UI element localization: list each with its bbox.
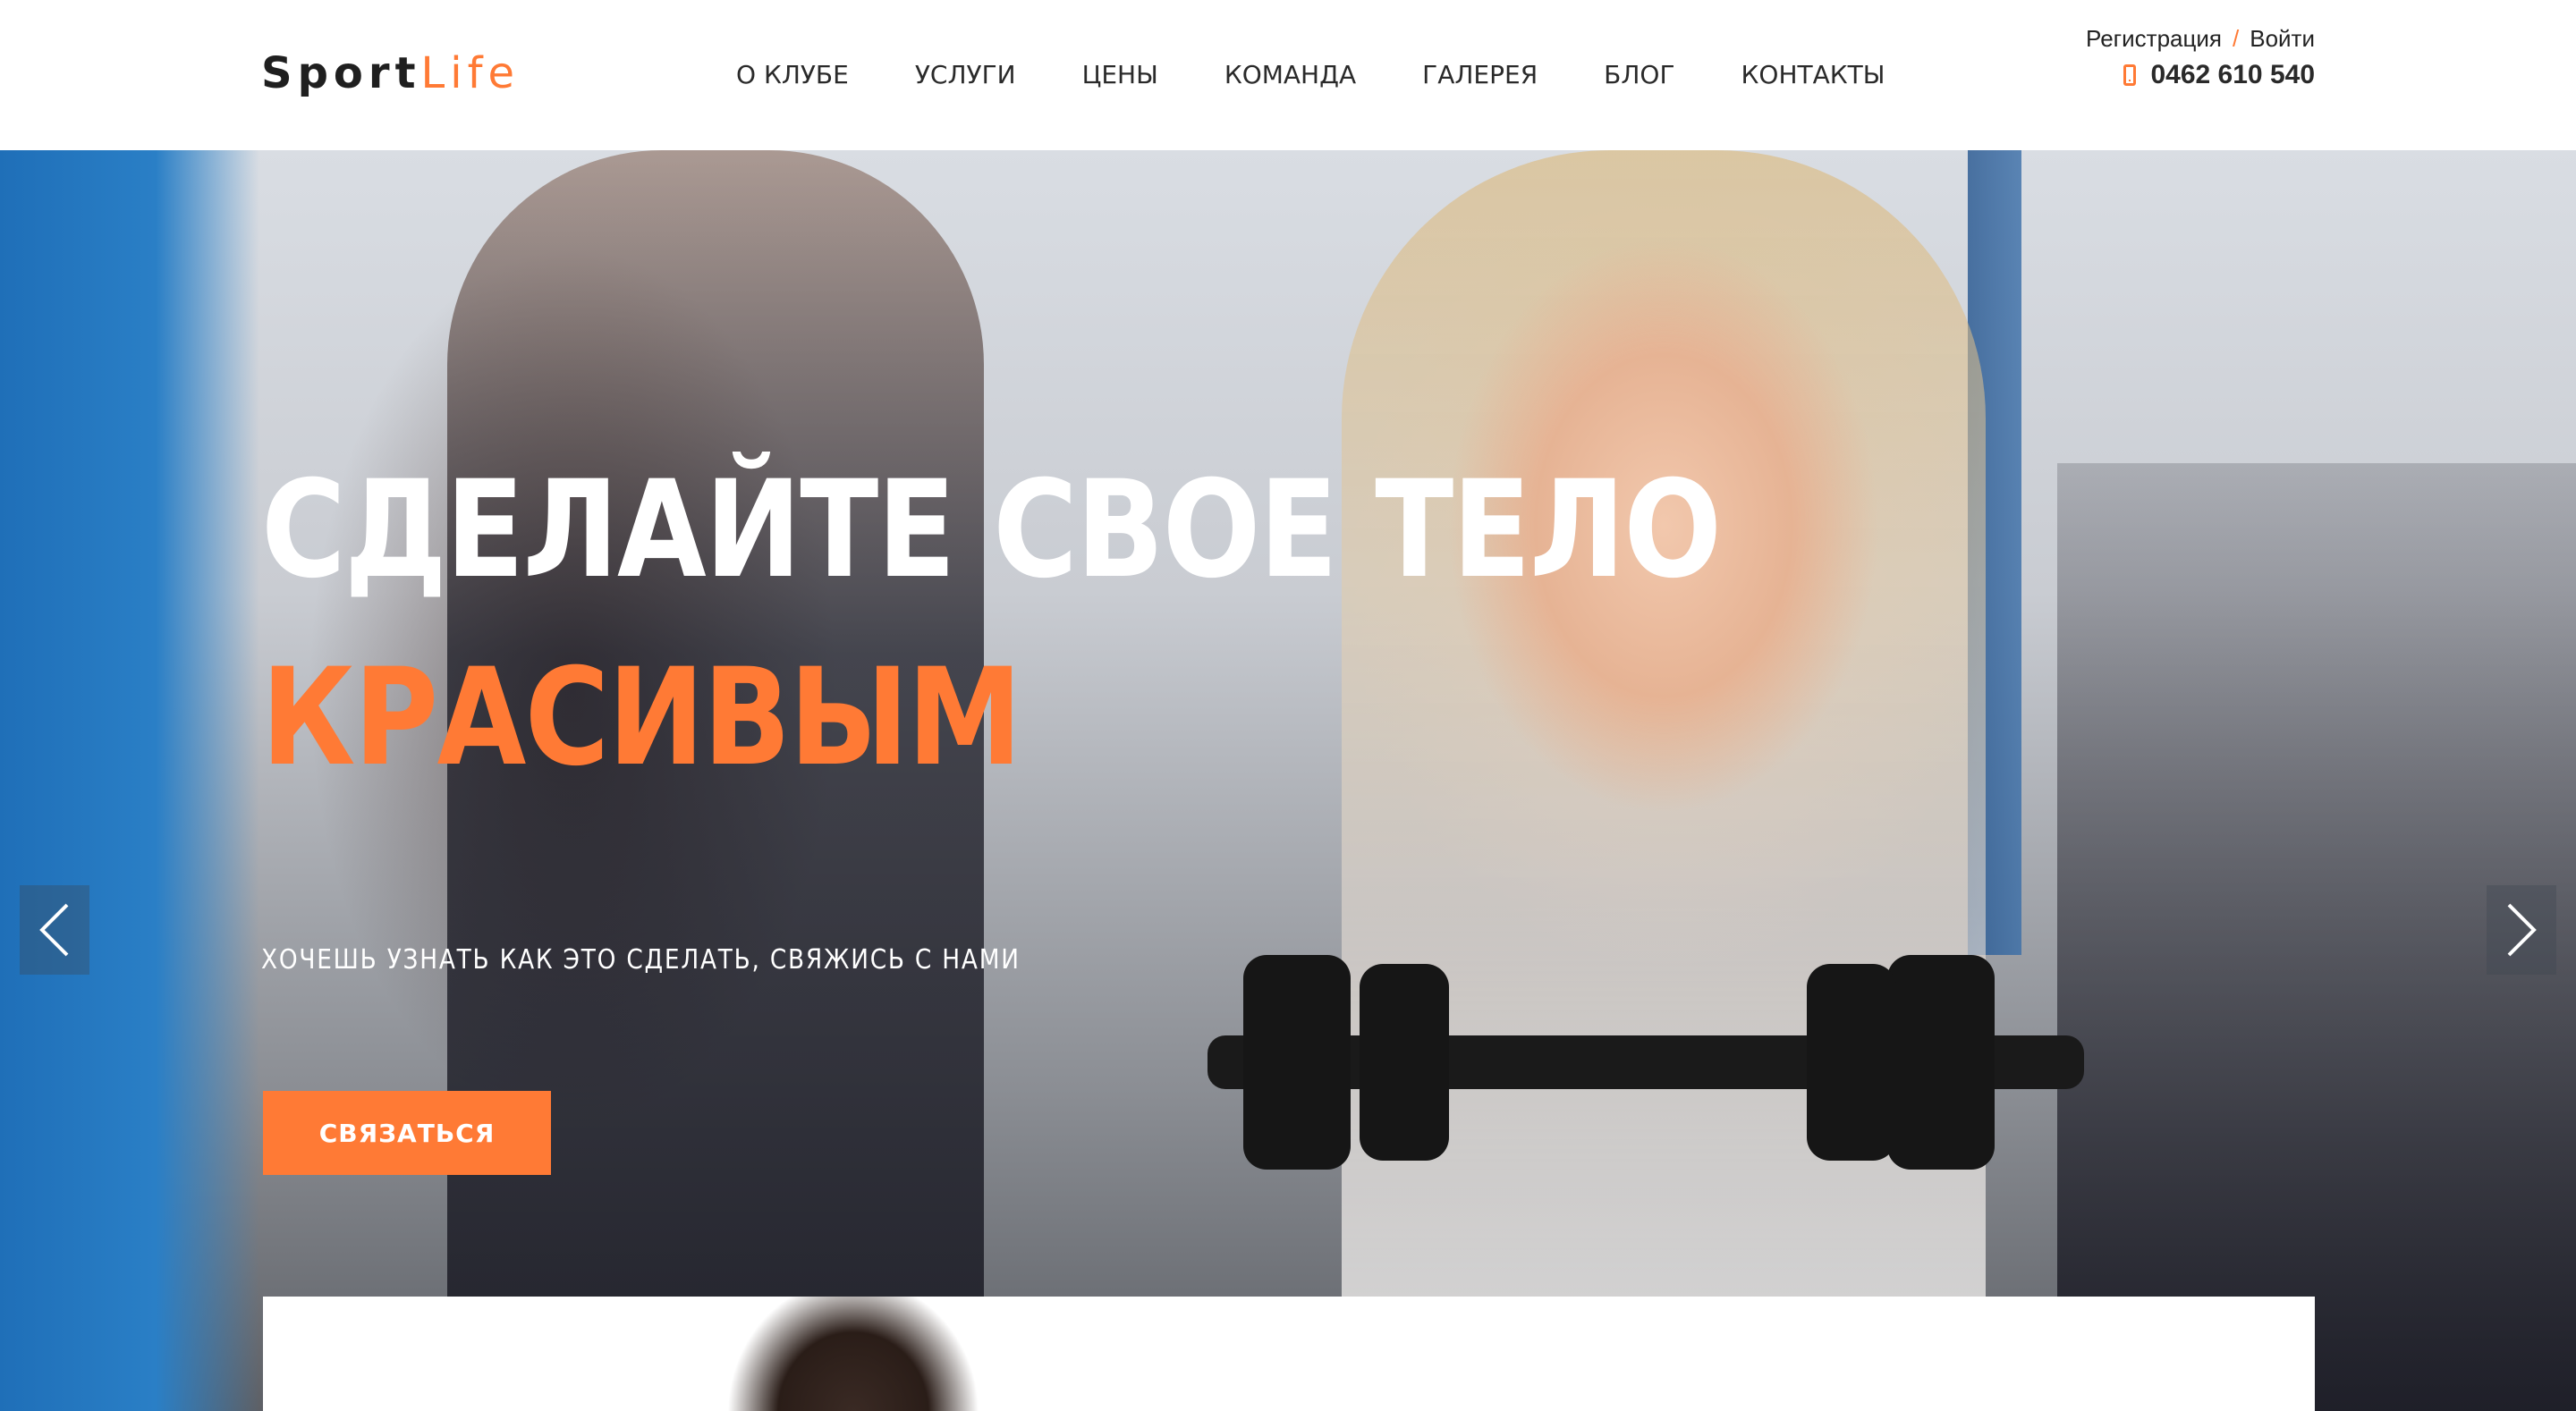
nav-item-contacts[interactable]: КОНТАКТЫ — [1741, 55, 1885, 95]
logo[interactable]: SportLife — [261, 45, 520, 102]
chevron-left-icon — [39, 903, 69, 957]
nav-item-about[interactable]: О КЛУБЕ — [736, 55, 849, 95]
auth-links: Регистрация / Войти — [2086, 21, 2315, 55]
slider-next-button[interactable] — [2487, 885, 2556, 975]
nav-item-team[interactable]: КОМАНДА — [1224, 55, 1356, 95]
phone-number-text: 0462 610 540 — [2150, 60, 2315, 89]
contact-button[interactable]: СВЯЗАТЬСЯ — [263, 1091, 551, 1175]
phone-number[interactable]: 0462 610 540 — [2123, 57, 2315, 93]
nav-item-gallery[interactable]: ГАЛЕРЕЯ — [1422, 55, 1538, 95]
hero-subtitle: ХОЧЕШЬ УЗНАТЬ КАК ЭТО СДЕЛАТЬ, СВЯЖИСЬ С… — [261, 944, 1021, 976]
nav-item-services[interactable]: УСЛУГИ — [915, 55, 1016, 95]
site-header: SportLife О КЛУБЕ УСЛУГИ ЦЕНЫ КОМАНДА ГА… — [0, 0, 2576, 150]
chevron-right-icon — [2507, 903, 2537, 957]
slider-prev-button[interactable] — [20, 885, 89, 975]
hero-photo-woman — [1342, 150, 1986, 1411]
main-nav: О КЛУБЕ УСЛУГИ ЦЕНЫ КОМАНДА ГАЛЕРЕЯ БЛОГ… — [736, 55, 1885, 95]
hero-background-pillar — [0, 150, 259, 1411]
hero-photo-dumbbell — [1100, 937, 2174, 1187]
login-link[interactable]: Войти — [2250, 25, 2315, 52]
nav-item-prices[interactable]: ЦЕНЫ — [1082, 55, 1158, 95]
hero-title-line2: КРАСИВЫМ — [261, 640, 1022, 796]
logo-part-life: Life — [420, 48, 521, 98]
hero-slider: СДЕЛАЙТЕ СВОЕ ТЕЛО КРАСИВЫМ ХОЧЕШЬ УЗНАТ… — [0, 150, 2576, 1411]
nav-item-blog[interactable]: БЛОГ — [1604, 55, 1674, 95]
hero-title-line1: СДЕЛАЙТЕ СВОЕ ТЕЛО — [261, 452, 1722, 608]
register-link[interactable]: Регистрация — [2086, 25, 2222, 52]
logo-part-sport: Sport — [261, 48, 421, 98]
card-photo — [719, 1297, 987, 1411]
mobile-phone-icon — [2123, 64, 2137, 86]
auth-separator: / — [2233, 25, 2240, 52]
next-section-card — [263, 1297, 2315, 1411]
